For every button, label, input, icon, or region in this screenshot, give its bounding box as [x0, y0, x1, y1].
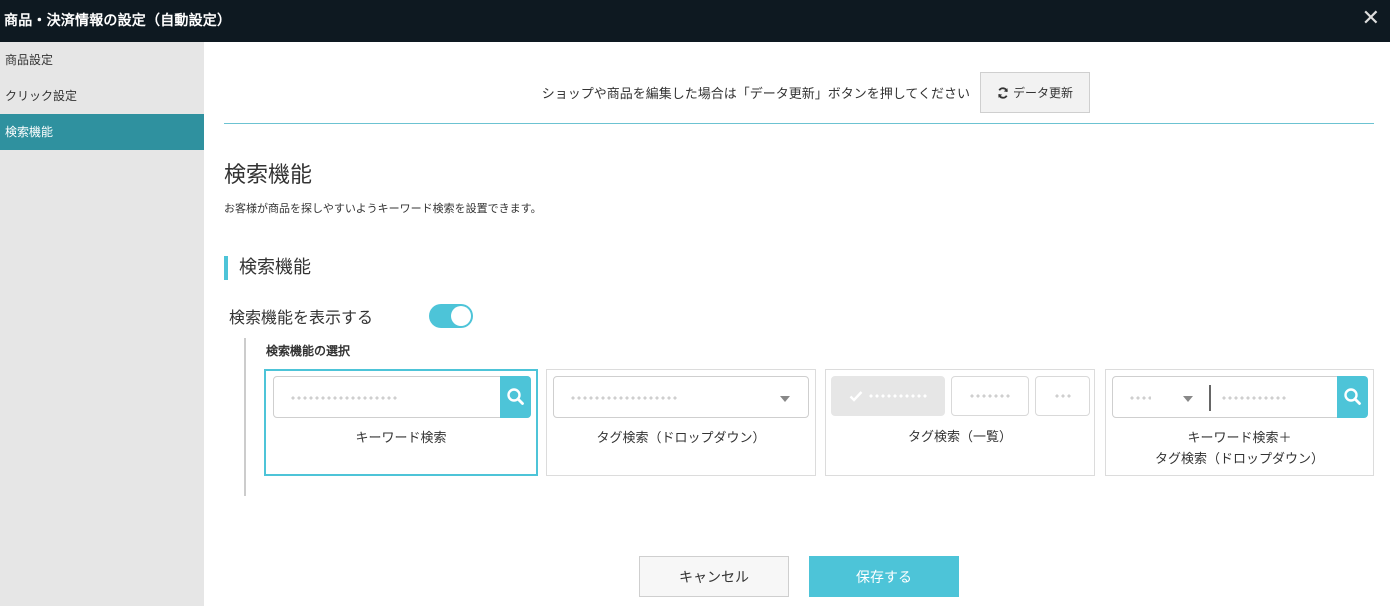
- option-label: キーワード検索: [355, 431, 447, 446]
- preview-search-input: [273, 376, 531, 418]
- save-button[interactable]: 保存する: [809, 556, 959, 597]
- option-label-line1: キーワード検索＋: [1187, 431, 1292, 446]
- placeholder-dots: [1054, 394, 1072, 398]
- sidebar-item-product-settings[interactable]: 商品設定: [0, 42, 204, 78]
- search-toggle[interactable]: [429, 304, 473, 328]
- options-guide-line: [244, 338, 246, 496]
- option-tag-dropdown[interactable]: タグ検索（ドロップダウン）: [546, 369, 816, 476]
- preview-search-button: [500, 376, 531, 418]
- chevron-down-icon: [1183, 396, 1193, 402]
- data-refresh-button[interactable]: データ更新: [980, 72, 1090, 113]
- option-keyword-plus-tag[interactable]: キーワード検索＋ タグ検索（ドロップダウン）: [1105, 369, 1374, 476]
- search-icon: [1344, 388, 1361, 405]
- preview-tag-chip: [1035, 376, 1090, 416]
- option-tag-list[interactable]: タグ検索（一覧）: [825, 369, 1095, 476]
- search-toggle-label: 検索機能を表示する: [229, 308, 374, 327]
- preview-combined-input: [1112, 376, 1342, 418]
- preview-search-button: [1337, 376, 1368, 418]
- sidebar-item-label: 検索機能: [5, 125, 54, 139]
- cancel-button[interactable]: キャンセル: [639, 556, 789, 597]
- title-bar: 商品・決済情報の設定（自動設定） ✕: [0, 0, 1390, 42]
- placeholder-dots: [1221, 396, 1287, 400]
- preview-tag-chip-active: [831, 376, 945, 416]
- data-refresh-label: データ更新: [1012, 86, 1073, 100]
- option-label-line2: タグ検索（ドロップダウン）: [1154, 452, 1324, 467]
- option-label: タグ検索（一覧）: [907, 430, 1012, 445]
- separator: [1209, 385, 1211, 411]
- close-icon[interactable]: ✕: [1362, 6, 1380, 32]
- placeholder-dots: [1129, 396, 1151, 400]
- option-label: タグ検索（ドロップダウン）: [596, 431, 766, 446]
- sidebar: 商品設定 クリック設定 検索機能: [0, 42, 204, 606]
- divider: [224, 123, 1374, 124]
- page-title: 検索機能: [224, 163, 313, 188]
- preview-dropdown: [553, 376, 809, 418]
- placeholder-dots: [969, 394, 1011, 398]
- sidebar-item-label: クリック設定: [5, 89, 78, 103]
- section-title: 検索機能: [224, 256, 311, 280]
- notice-message: ショップや商品を編集した場合は「データ更新」ボタンを押してください: [541, 87, 970, 102]
- preview-tag-chip: [951, 376, 1029, 416]
- option-keyword-search[interactable]: キーワード検索: [264, 369, 538, 476]
- window-title: 商品・決済情報の設定（自動設定）: [4, 13, 232, 29]
- check-icon: [849, 391, 863, 402]
- placeholder-dots: [868, 394, 928, 398]
- toggle-knob: [451, 306, 471, 326]
- search-icon: [507, 388, 524, 405]
- update-notice: ショップや商品を編集した場合は「データ更新」ボタンを押してください データ更新: [224, 72, 1374, 113]
- placeholder-dots: [290, 396, 398, 400]
- page-description: お客様が商品を探しやすいようキーワード検索を設置できます。: [224, 202, 542, 215]
- chevron-down-icon: [780, 396, 790, 402]
- sidebar-item-click-settings[interactable]: クリック設定: [0, 78, 204, 114]
- options-title: 検索機能の選択: [266, 344, 351, 358]
- sidebar-item-label: 商品設定: [5, 53, 54, 67]
- refresh-icon: [998, 86, 1008, 99]
- sidebar-item-search[interactable]: 検索機能: [0, 114, 204, 150]
- placeholder-dots: [570, 396, 678, 400]
